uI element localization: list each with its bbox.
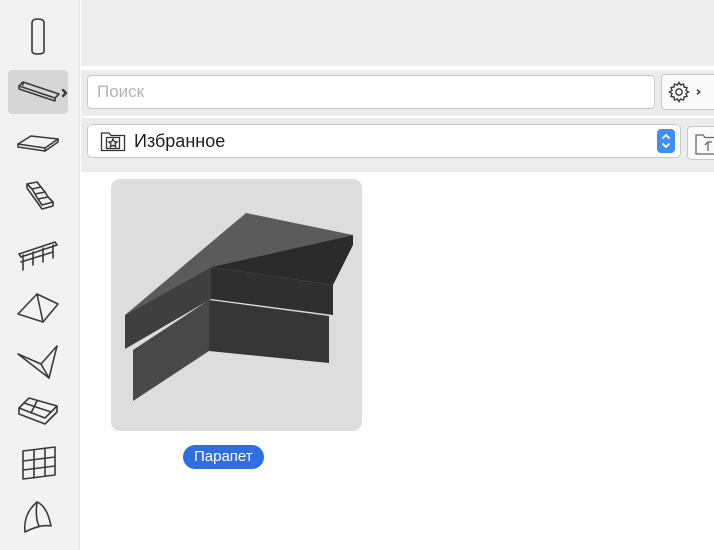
folder-up-icon [695,134,714,155]
railing-tool[interactable] [8,232,68,276]
library-select[interactable]: Избранное [87,124,681,158]
shell-tool[interactable] [8,340,68,384]
mesh-icon [18,397,58,425]
library-bar: Избранное [81,118,714,172]
library-select-stepper[interactable] [657,129,675,153]
search-input[interactable] [87,75,655,109]
search-bar [81,70,714,116]
morph-tool[interactable] [8,494,68,538]
slab-icon [17,135,59,152]
gear-icon [668,81,690,103]
library-item-label[interactable]: Парапет [183,445,264,469]
morph-icon [23,501,52,533]
folder-up-button[interactable] [687,126,714,160]
stair-tool[interactable] [8,176,68,220]
library-item-parapet[interactable] [111,179,362,431]
column-icon [31,18,45,55]
roof-tool[interactable] [8,286,68,330]
railing-icon [18,241,58,271]
mesh-tool[interactable] [8,388,68,432]
beam-icon [18,81,68,102]
chevron-up-down-icon [661,133,671,149]
parapet-preview-image [125,213,353,401]
toolbox [0,0,80,550]
curtain-wall-tool[interactable] [8,440,68,484]
shell-icon [17,345,58,379]
favorites-folder-icon [100,132,126,152]
stair-icon [26,181,54,210]
slab-tool[interactable] [8,122,68,166]
column-tool[interactable] [8,14,68,58]
beam-tool[interactable] [8,70,68,114]
roof-icon [17,293,59,323]
top-toolbar [81,0,714,66]
curtain-wall-icon [22,446,56,480]
search-settings-button[interactable] [661,74,714,110]
library-select-value: Избранное [134,131,226,151]
chevron-right-icon [696,89,701,95]
